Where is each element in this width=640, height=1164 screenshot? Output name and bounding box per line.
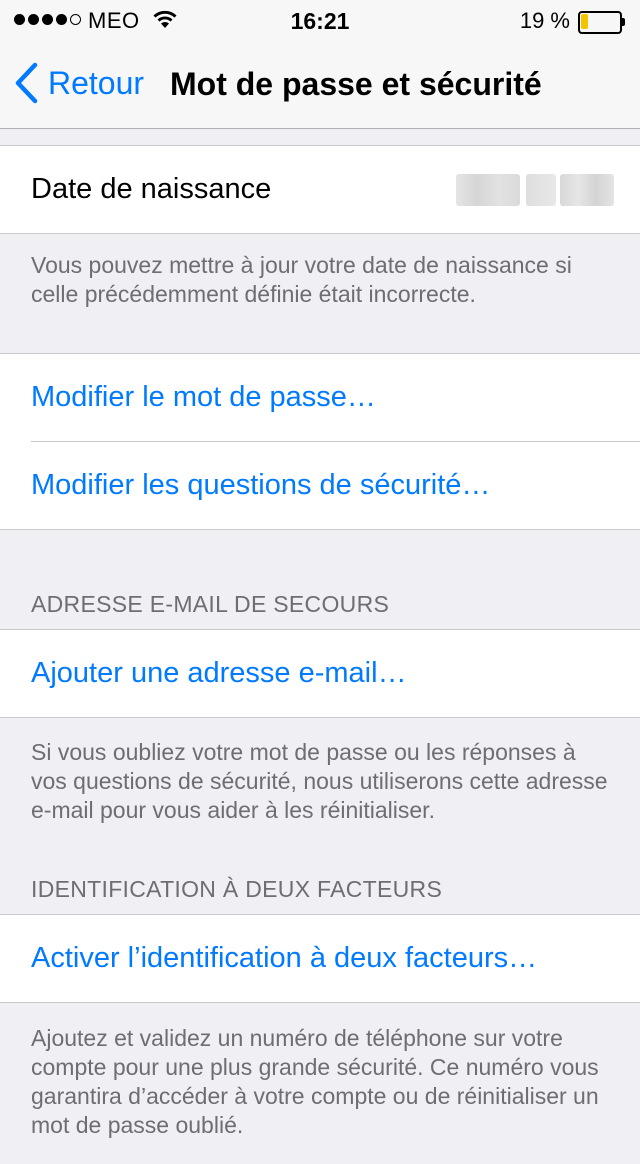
- battery-level-fill: [581, 14, 588, 29]
- two-factor-footer: Ajoutez et validez un numéro de téléphon…: [31, 1025, 599, 1138]
- rescue-email-group: Ajouter une adresse e-mail…: [0, 629, 640, 718]
- back-button[interactable]: Retour: [14, 60, 144, 106]
- navigation-bar: Retour Mot de passe et sécurité: [0, 40, 640, 128]
- birth-date-footer: Vous pouvez mettre à jour votre date de …: [31, 252, 572, 307]
- change-password-button[interactable]: Modifier le mot de passe…: [0, 354, 640, 441]
- birth-date-value-redacted: [456, 174, 614, 206]
- screen: MEO 16:21 19 % Retour Mot de passe et sé…: [0, 0, 640, 1164]
- page-title: Mot de passe et sécurité: [170, 66, 542, 102]
- password-actions-group: Modifier le mot de passe… Modifier les q…: [0, 353, 640, 530]
- rescue-email-header: ADRESSE E-MAIL DE SECOURS: [31, 591, 390, 617]
- battery-percent: 19 %: [519, 8, 570, 33]
- rescue-email-footer: Si vous oubliez votre mot de passe ou le…: [31, 739, 608, 823]
- chevron-left-icon: [15, 62, 38, 104]
- battery-icon: [578, 11, 625, 34]
- status-bar: MEO 16:21 19 %: [0, 0, 640, 40]
- enable-two-factor-button[interactable]: Activer l’identification à deux facteurs…: [0, 915, 640, 1002]
- change-security-questions-button[interactable]: Modifier les questions de sécurité…: [0, 442, 640, 529]
- birth-date-row[interactable]: Date de naissance: [0, 146, 640, 233]
- two-factor-group: Activer l’identification à deux facteurs…: [0, 914, 640, 1003]
- back-label: Retour: [48, 64, 145, 101]
- top-bar: MEO 16:21 19 % Retour Mot de passe et sé…: [0, 0, 640, 129]
- two-factor-header: IDENTIFICATION À DEUX FACTEURS: [31, 876, 443, 902]
- birth-date-group: Date de naissance: [0, 145, 640, 234]
- birth-date-label: Date de naissance: [31, 173, 272, 205]
- add-rescue-email-button[interactable]: Ajouter une adresse e-mail…: [0, 630, 640, 717]
